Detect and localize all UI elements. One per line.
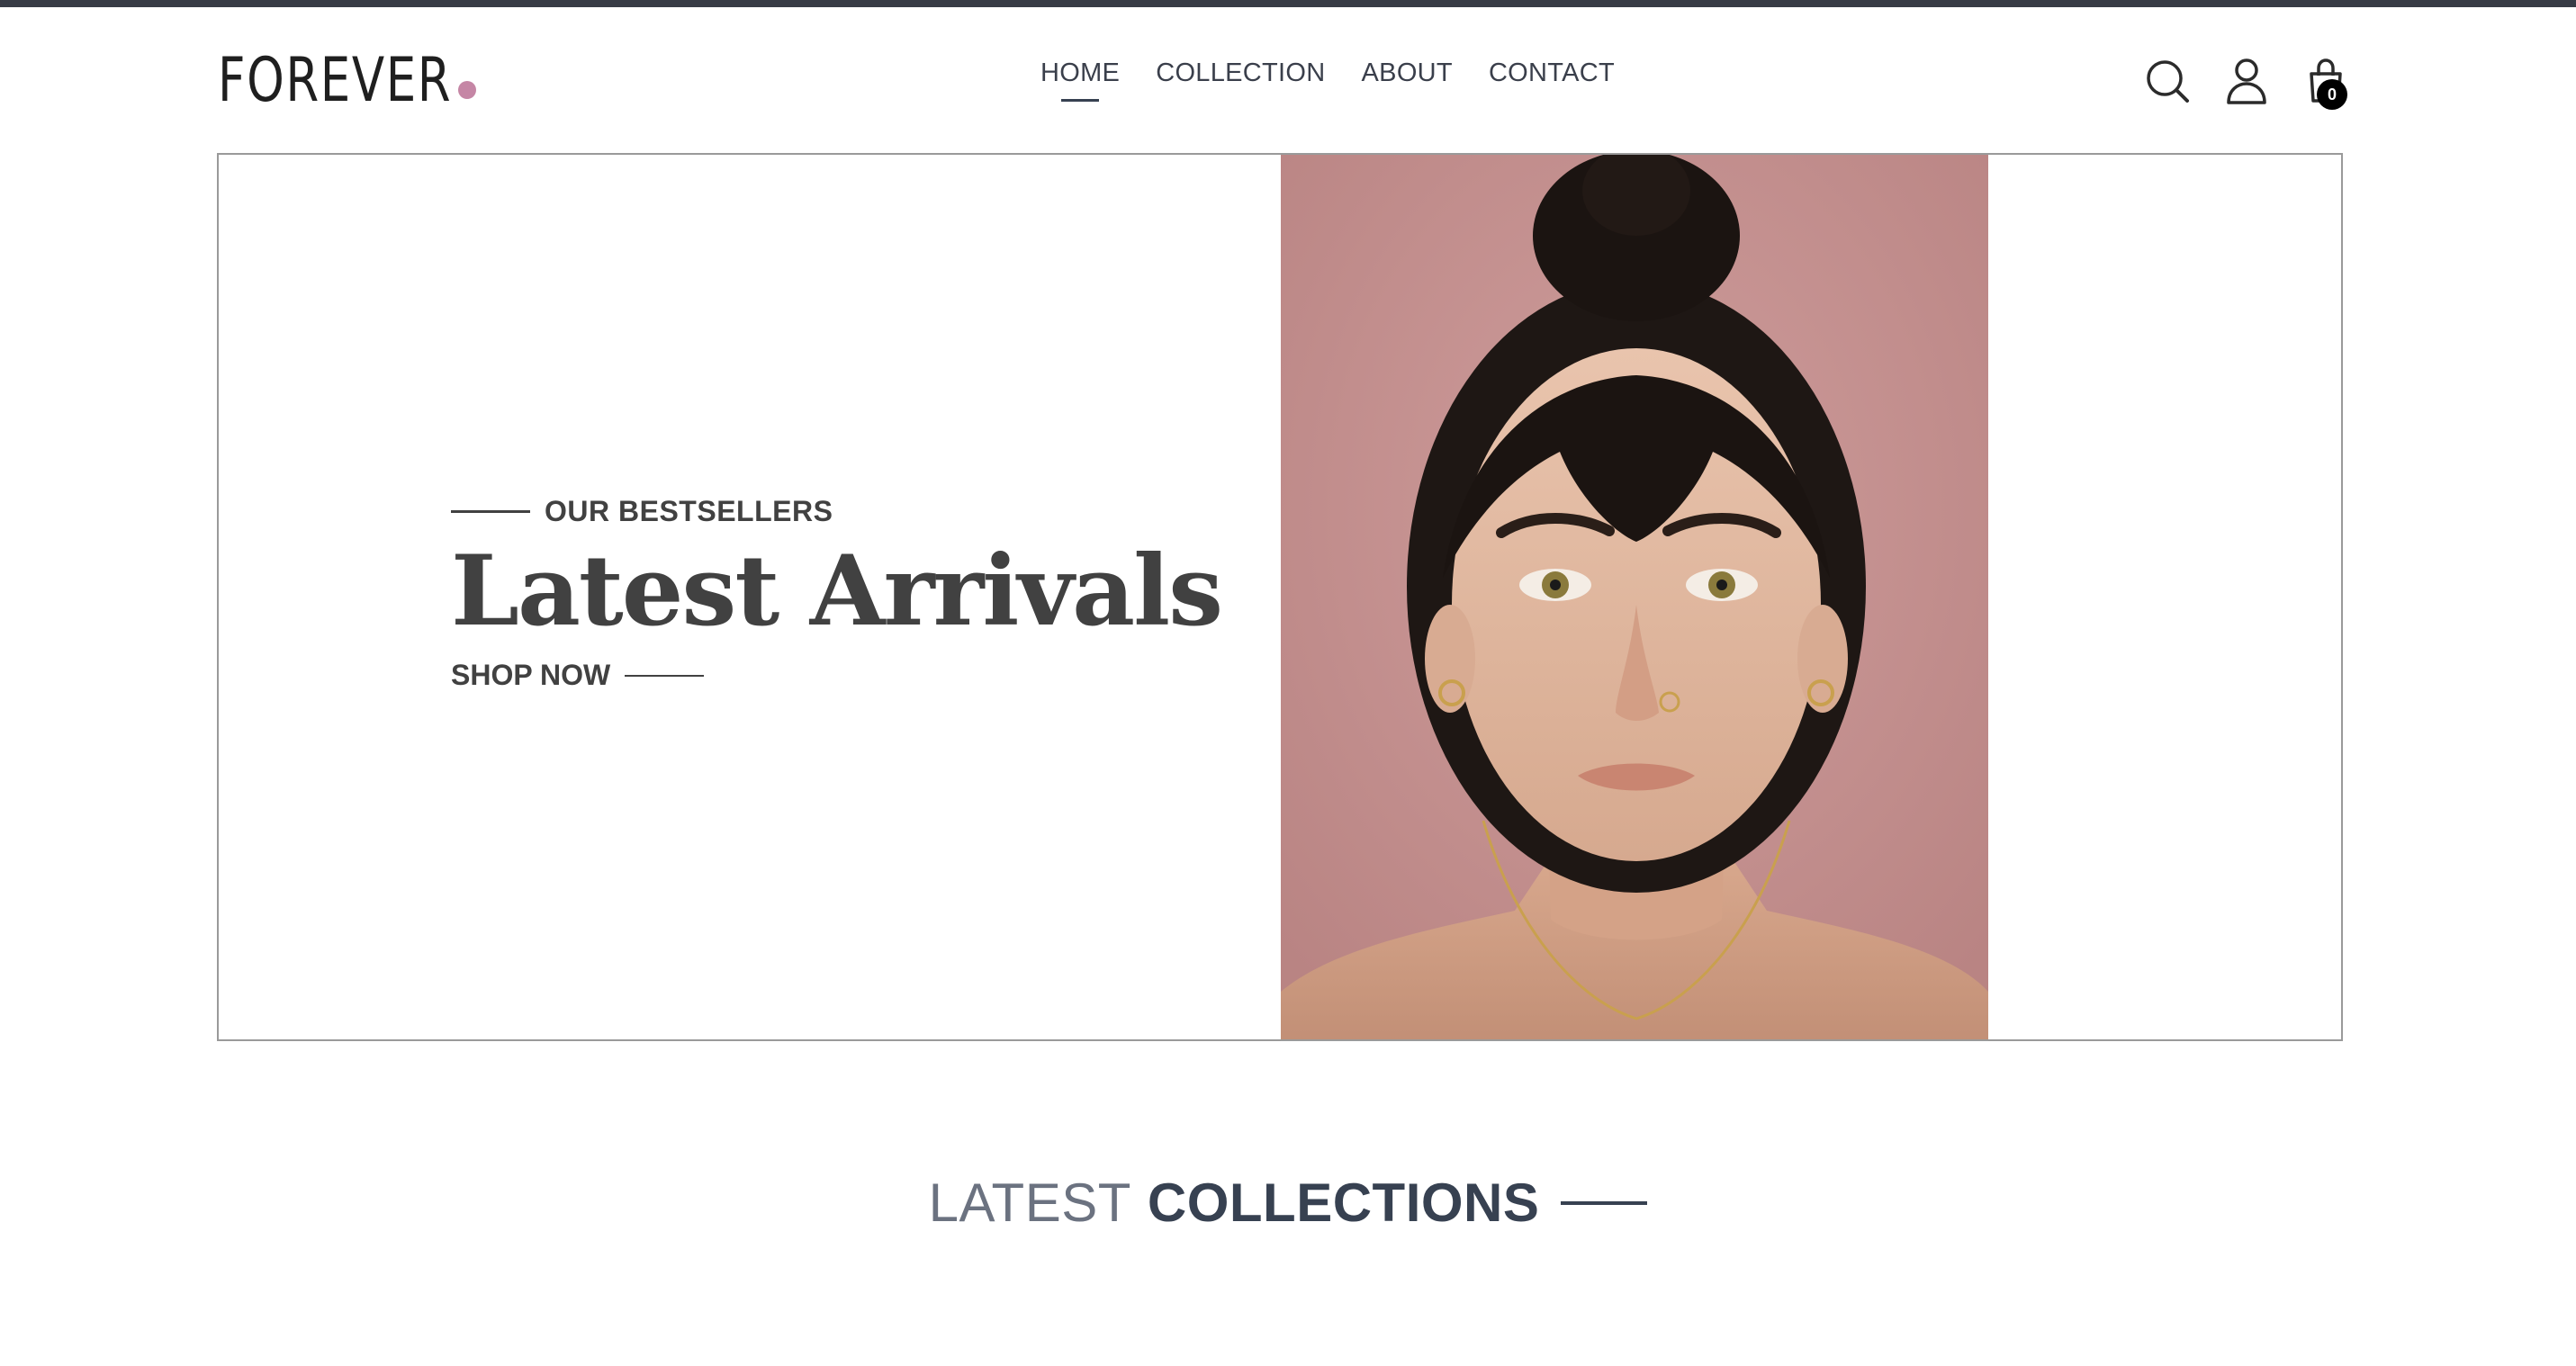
heading-part-latest: LATEST [928,1173,1131,1233]
nav-item-collection[interactable]: COLLECTION [1156,58,1325,89]
heading-line [1561,1200,1648,1205]
hero-banner: OUR BESTSELLERS Latest Arrivals SHOP NOW [217,153,2343,1041]
search-icon[interactable] [2142,56,2193,106]
brand-logo[interactable]: FOREVER [218,40,518,112]
heading-part-collections: COLLECTIONS [1147,1173,1540,1233]
hero-title: Latest Arrivals [451,535,1223,648]
latest-collections-heading: LATEST COLLECTIONS [0,1172,2576,1234]
logo-text: FOREVER [218,45,453,116]
cart-count-badge: 0 [2317,79,2347,110]
main-nav: HOME COLLECTION ABOUT CONTACT [1040,58,1615,89]
shop-now-line [625,674,705,677]
shop-now-link[interactable]: SHOP NOW [451,659,1221,692]
hero-eyebrow: OUR BESTSELLERS [451,495,1221,528]
eyebrow-text: OUR BESTSELLERS [545,495,833,527]
logo-dot [458,81,476,99]
hero-text: OUR BESTSELLERS Latest Arrivals SHOP NOW [451,495,1223,692]
hero-model-image [1281,155,1988,1039]
nav-item-contact[interactable]: CONTACT [1489,58,1615,89]
profile-icon[interactable] [2221,56,2272,106]
top-accent-bar [0,0,2576,7]
shop-now-label: SHOP NOW [451,659,611,692]
nav-item-about[interactable]: ABOUT [1362,58,1453,89]
eyebrow-line [451,510,530,513]
header-icons: 0 [2142,56,2358,110]
nav-item-home[interactable]: HOME [1040,58,1120,89]
